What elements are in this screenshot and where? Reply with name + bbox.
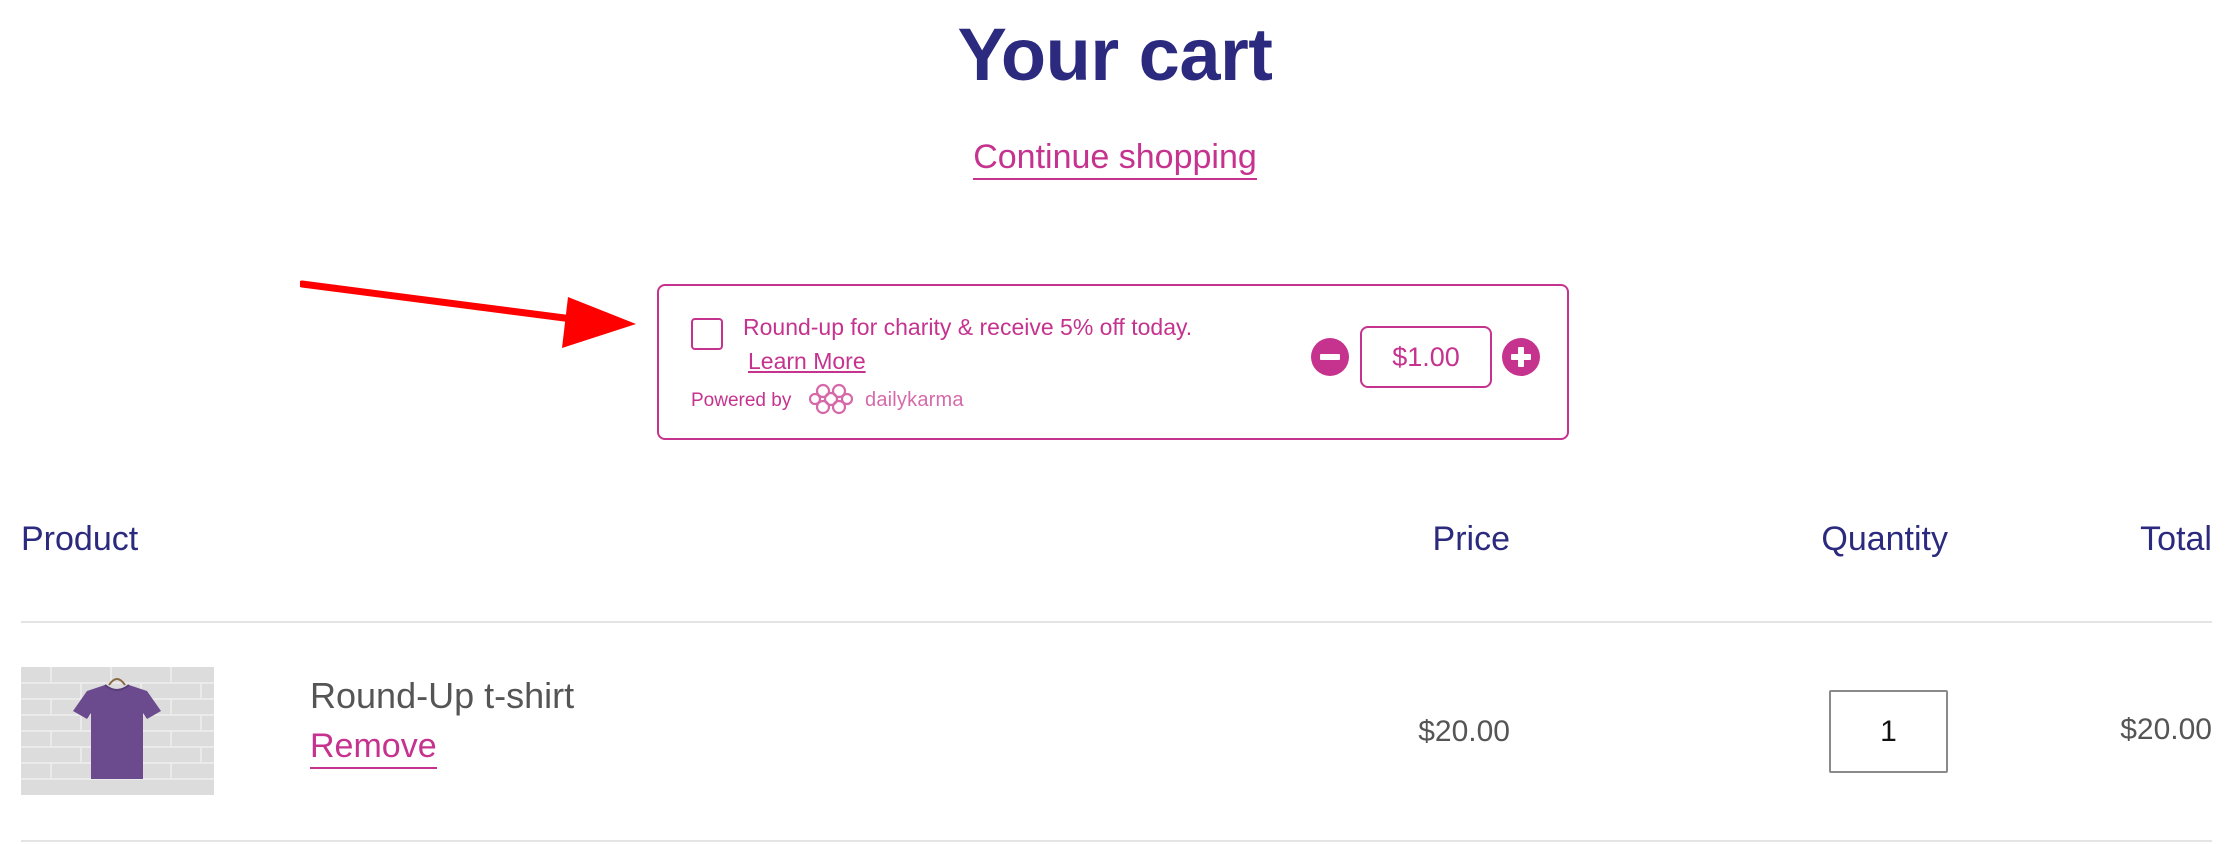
product-name[interactable]: Round-Up t-shirt [310, 675, 574, 717]
charity-message: Round-up for charity & receive 5% off to… [743, 314, 1193, 340]
dailykarma-brand-text: dailykarma [865, 389, 964, 411]
dailykarma-knot-icon [809, 383, 853, 415]
continue-shopping-container: Continue shopping [0, 138, 2230, 180]
product-image[interactable] [21, 667, 214, 795]
column-header-product: Product [21, 520, 139, 558]
table-divider-top [21, 621, 2212, 623]
column-header-price: Price [1432, 520, 1510, 558]
product-price: $20.00 [1418, 715, 1510, 748]
decrease-amount-button[interactable] [1311, 338, 1349, 376]
charity-roundup-widget: Round-up for charity & receive 5% off to… [657, 284, 1569, 440]
tshirt-image [21, 667, 214, 795]
continue-shopping-link[interactable]: Continue shopping [973, 138, 1257, 180]
column-header-total: Total [2140, 520, 2212, 558]
column-header-quantity: Quantity [1821, 520, 1948, 558]
table-divider-bottom [21, 840, 2212, 842]
remove-item-link[interactable]: Remove [310, 727, 437, 769]
powered-by-label: Powered by [691, 390, 792, 411]
roundup-amount-display: $1.00 [1360, 326, 1492, 388]
learn-more-link[interactable]: Learn More [748, 348, 866, 375]
plus-circle-icon [1518, 347, 1524, 367]
minus-circle-icon [1320, 354, 1340, 360]
increase-amount-button[interactable] [1502, 338, 1540, 376]
red-arrow-icon [300, 280, 636, 348]
page-title: Your cart [957, 13, 1273, 96]
charity-checkbox[interactable] [691, 318, 723, 350]
line-total: $20.00 [2120, 713, 2212, 746]
